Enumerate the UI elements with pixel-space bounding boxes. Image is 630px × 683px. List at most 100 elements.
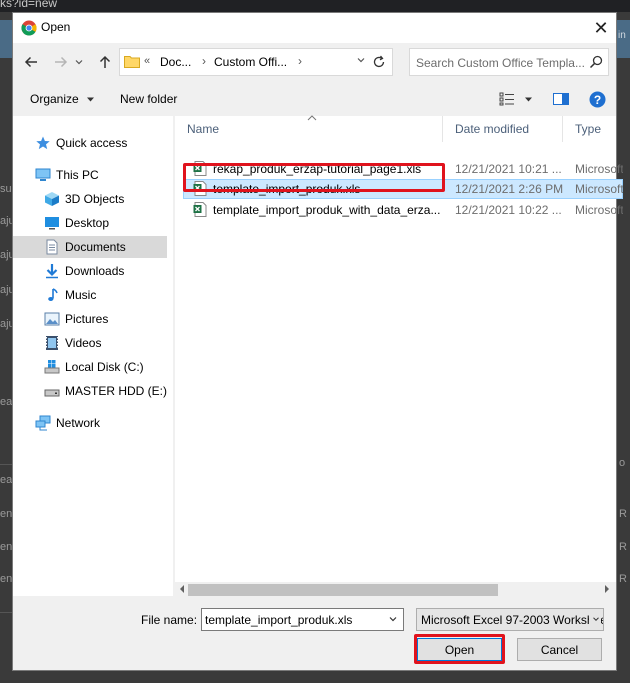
background-divider (0, 612, 12, 613)
star-icon (36, 136, 50, 150)
dialog-title-bar[interactable]: Open ✕ (13, 13, 616, 43)
open-file-dialog: Open ✕ « Doc... › Custom Offi... › Searc… (12, 12, 623, 671)
background-fragment: en (0, 573, 12, 585)
nav-item-videos[interactable]: Videos (13, 332, 173, 354)
dialog-title: Open (41, 20, 71, 34)
caret-down-icon (87, 97, 95, 102)
file-name: template_import_produk_with_data_erza... (213, 203, 441, 217)
refresh-icon (373, 55, 384, 68)
scrollbar-thumb[interactable] (188, 584, 498, 596)
nav-item-documents[interactable]: Documents (13, 236, 167, 258)
file-name-input[interactable]: template_import_produk.xls (201, 608, 404, 631)
nav-label: 3D Objects (65, 192, 125, 206)
file-type: Microsoft (575, 162, 623, 176)
help-button[interactable]: ? (588, 91, 606, 107)
search-icon[interactable] (588, 54, 604, 70)
breadcrumb-custom-office-templates[interactable]: Custom Offi... (214, 55, 287, 69)
nav-item-local-disk-c[interactable]: Local Disk (C:) (13, 356, 173, 378)
folder-icon (124, 56, 140, 68)
file-row[interactable]: template_import_produk_with_data_erza...… (183, 200, 623, 220)
close-button[interactable]: ✕ (585, 13, 617, 43)
background-divider (0, 464, 12, 465)
breadcrumb-documents[interactable]: Doc... (160, 55, 191, 69)
background-fragment: aju (0, 249, 12, 261)
horizontal-scrollbar[interactable] (175, 582, 616, 598)
background-fragment: o (619, 457, 626, 469)
file-date: 12/21/2021 10:22 ... (455, 203, 562, 217)
recent-locations-button[interactable] (72, 51, 86, 73)
search-field[interactable]: Search Custom Office Templa... (409, 48, 609, 76)
nav-label: Desktop (65, 216, 110, 230)
new-folder-button[interactable]: New folder (120, 92, 177, 106)
music-icon (48, 288, 58, 301)
computer-icon (35, 168, 51, 181)
organize-menu[interactable]: Organize (30, 92, 95, 106)
address-overflow[interactable]: « (144, 55, 150, 67)
cube-icon (45, 192, 59, 206)
windows-drive-icon (44, 360, 60, 374)
preview-pane-icon (553, 93, 569, 105)
background-fragment: in (618, 30, 626, 41)
background-fragment: aju (0, 318, 12, 330)
file-type: Microsoft (575, 203, 623, 217)
browser-url-fragment: ks?id=new (0, 0, 58, 10)
file-name-value[interactable]: template_import_produk.xls (205, 613, 352, 627)
file-type-value: Microsoft Excel 97-2003 Worksheet (421, 613, 604, 627)
nav-item-pictures[interactable]: Pictures (13, 308, 173, 330)
chevron-down-icon (75, 60, 83, 65)
file-name-label: File name: (141, 613, 198, 627)
background-fragment: R (619, 508, 627, 520)
navigation-pane: Quick access This PC 3D Objects Desktop (13, 116, 173, 596)
refresh-button[interactable] (365, 48, 393, 76)
column-label: Name (187, 122, 220, 136)
nav-label: Videos (65, 336, 102, 350)
help-icon: ? (589, 91, 605, 107)
network-icon (35, 415, 51, 431)
breadcrumb-separator[interactable]: › (202, 54, 206, 68)
address-bar[interactable]: « Doc... › Custom Offi... › (119, 48, 373, 76)
nav-label: Quick access (56, 136, 128, 150)
back-button[interactable] (20, 51, 42, 73)
background-fragment: R (619, 541, 627, 553)
cancel-button[interactable]: Cancel (517, 638, 602, 661)
chevron-down-icon (589, 614, 601, 624)
change-view-button[interactable] (498, 91, 516, 107)
nav-item-downloads[interactable]: Downloads (13, 260, 173, 282)
open-button-highlight (414, 634, 505, 664)
file-type-select[interactable]: Microsoft Excel 97-2003 Worksheet (416, 608, 604, 631)
forward-button[interactable] (50, 51, 72, 73)
background-fragment: ea (0, 474, 12, 486)
nav-item-3d-objects[interactable]: 3D Objects (13, 188, 173, 210)
scroll-right-icon[interactable] (603, 584, 611, 594)
search-placeholder[interactable]: Search Custom Office Templa... (416, 56, 584, 70)
column-label: Date modified (455, 122, 530, 136)
nav-item-desktop[interactable]: Desktop (13, 212, 173, 234)
caret-down-icon (524, 97, 532, 101)
svg-text:?: ? (593, 93, 600, 107)
nav-item-master-hdd-e[interactable]: MASTER HDD (E:) (13, 380, 173, 402)
breadcrumb-separator[interactable]: › (298, 54, 302, 68)
nav-label: Network (56, 416, 101, 430)
column-header-date-modified[interactable]: Date modified (443, 116, 563, 142)
arrow-left-icon (24, 56, 37, 68)
video-icon (46, 336, 58, 350)
background-header-strip-right: in (617, 20, 630, 58)
nav-item-this-pc[interactable]: This PC (13, 164, 173, 186)
background-header-strip (0, 20, 12, 58)
chrome-icon (21, 20, 37, 36)
nav-item-network[interactable]: Network (13, 412, 173, 434)
chevron-down-icon[interactable] (388, 614, 398, 624)
browser-address-strip: ks?id=new (0, 0, 630, 12)
view-options-dropdown[interactable] (521, 91, 535, 107)
close-icon: ✕ (593, 17, 609, 38)
document-icon (46, 239, 58, 255)
nav-item-quick-access[interactable]: Quick access (13, 132, 173, 154)
nav-item-music[interactable]: Music (13, 284, 173, 306)
column-header-name[interactable]: Name (175, 115, 443, 142)
background-page-bottom (0, 671, 630, 683)
arrow-up-icon (99, 55, 111, 68)
column-header-type[interactable]: Type (563, 116, 616, 142)
up-button[interactable] (94, 51, 116, 73)
preview-pane-button[interactable] (552, 91, 570, 107)
scroll-left-icon[interactable] (178, 584, 186, 594)
